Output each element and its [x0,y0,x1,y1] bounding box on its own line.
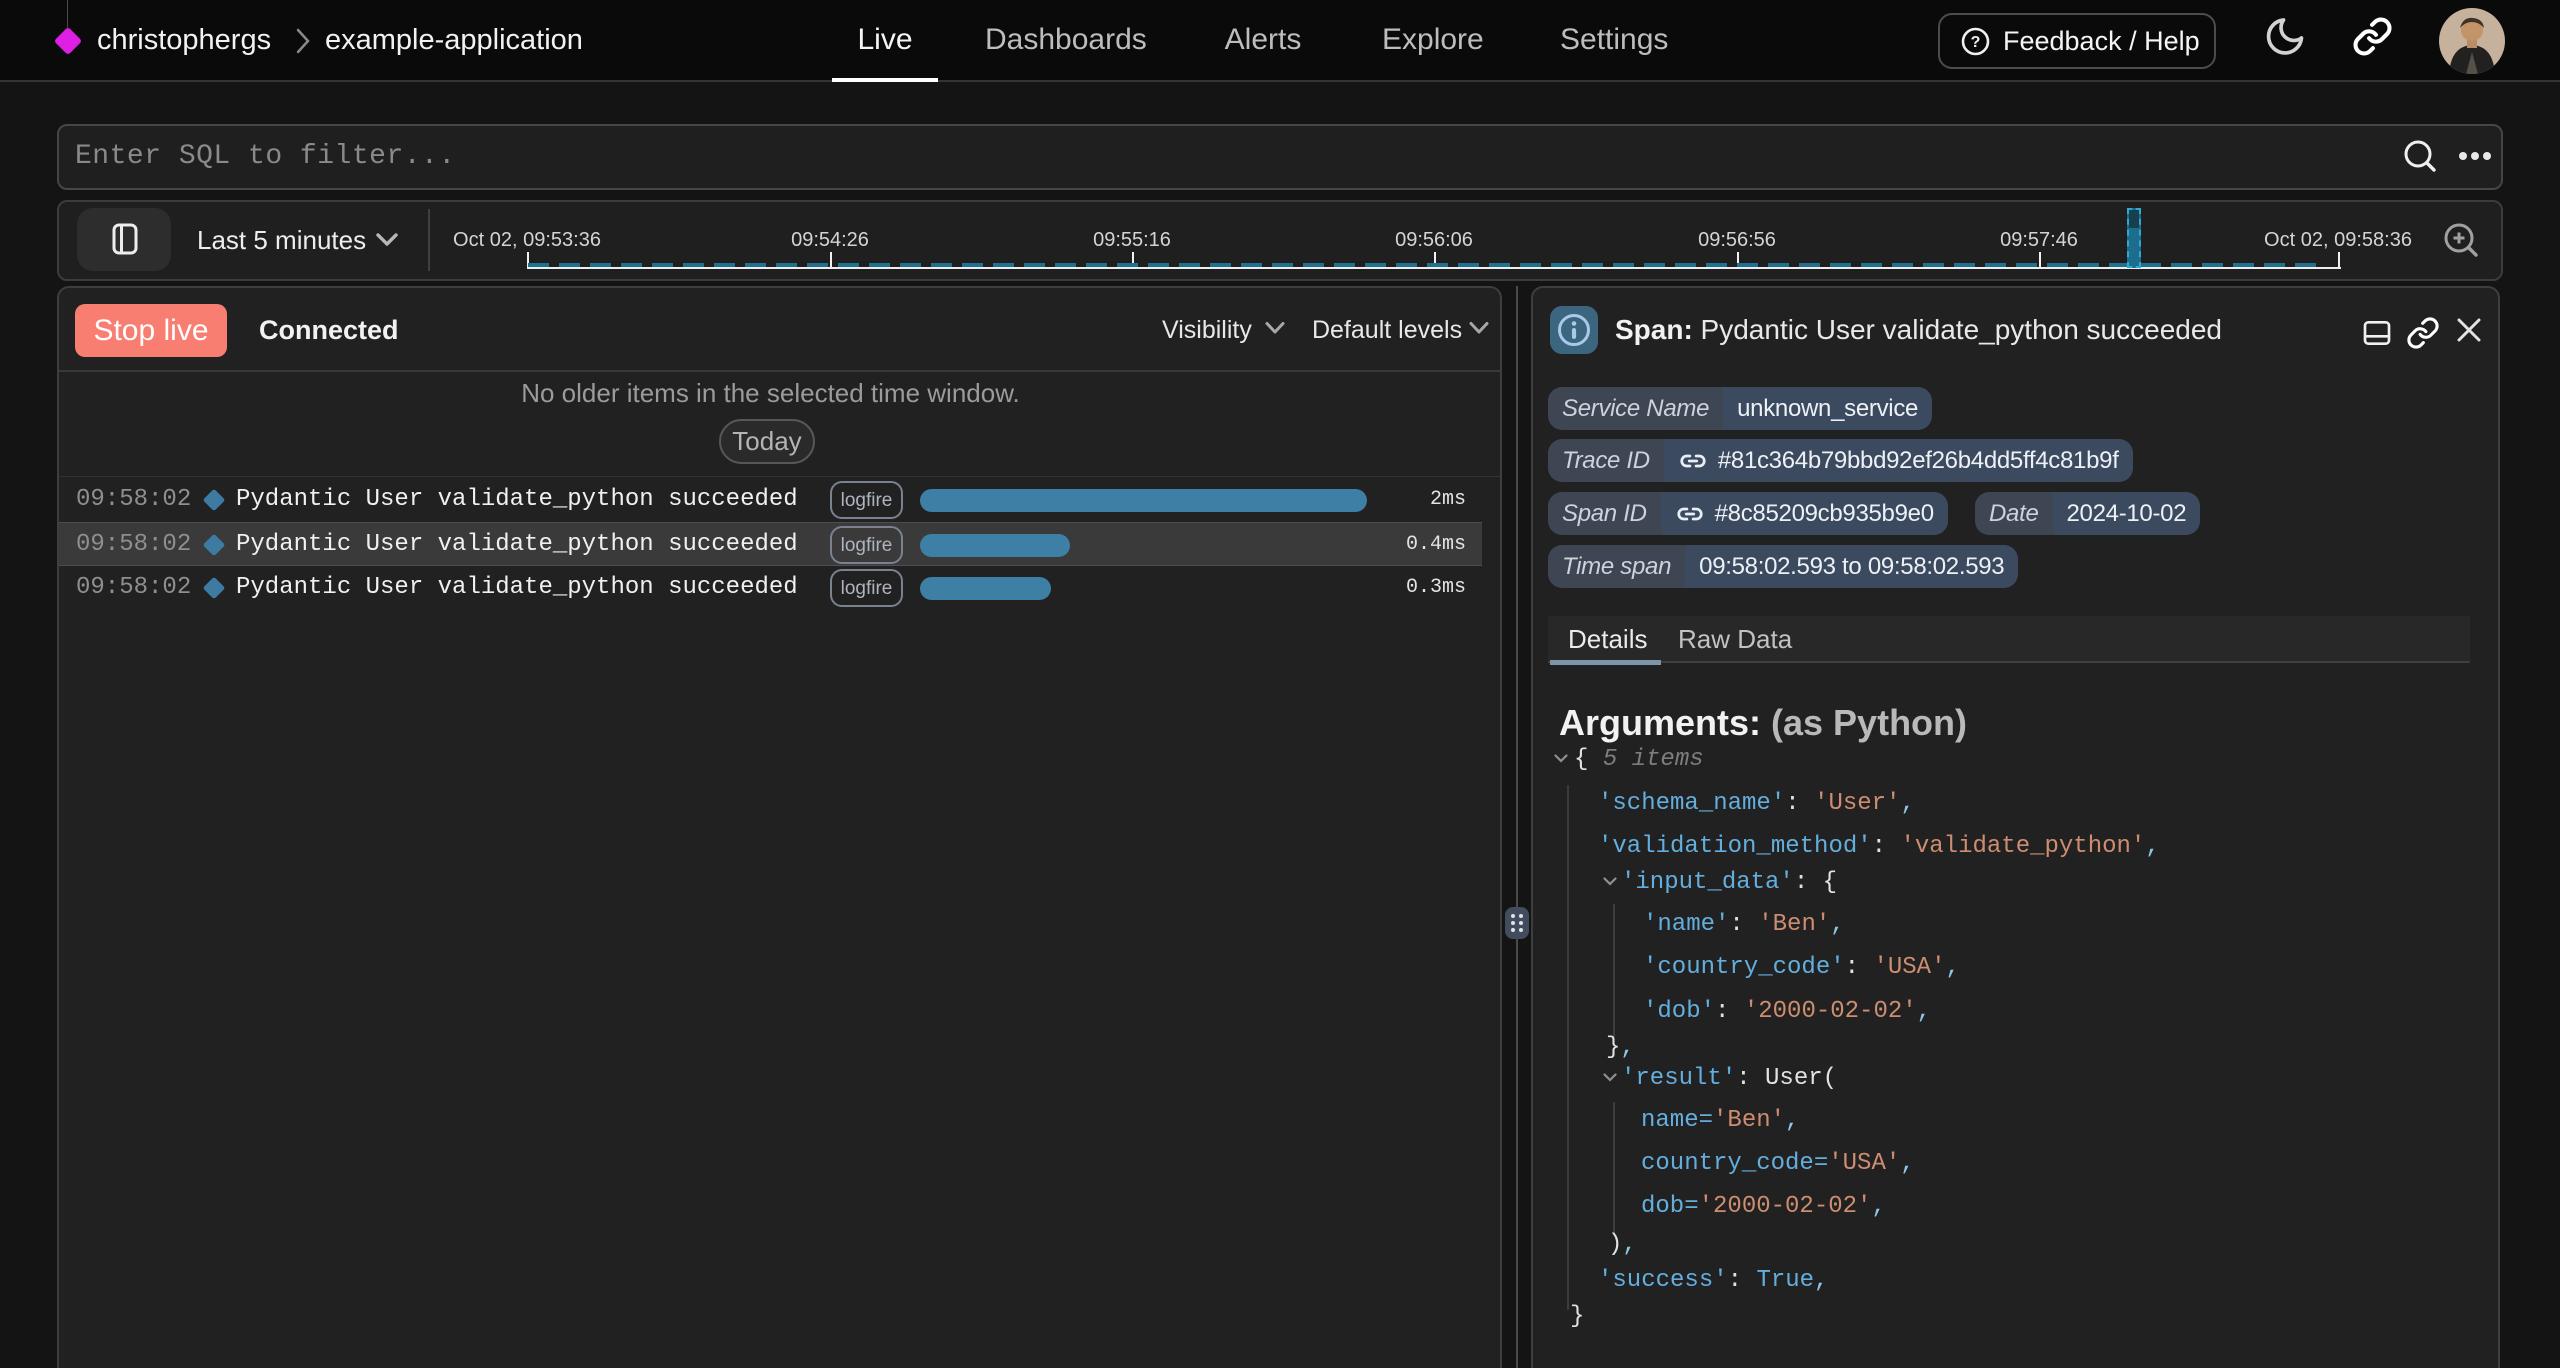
svg-text:?: ? [1971,34,1981,51]
